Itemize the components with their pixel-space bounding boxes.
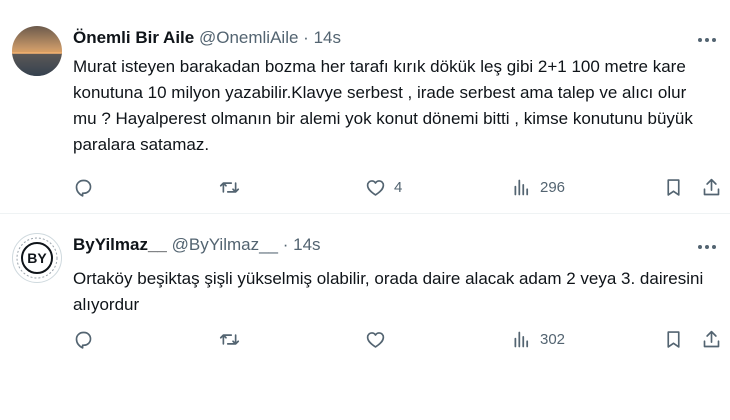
avatar-initials: BY: [27, 250, 47, 266]
tweet[interactable]: Önemli Bir Aile @OnemliAile · 14s Murat …: [0, 0, 730, 214]
like-button[interactable]: [365, 327, 394, 351]
avatar-image: [12, 26, 62, 76]
bookmark-button[interactable]: [663, 327, 684, 351]
avatar-logo: BY: [16, 237, 58, 279]
tweet-text: Murat isteyen barakadan bozma her tarafı…: [73, 57, 693, 154]
bookmark-button[interactable]: [663, 175, 684, 199]
more-icon[interactable]: [694, 30, 720, 50]
tweet-header: Önemli Bir Aile @OnemliAile · 14s: [73, 27, 341, 49]
display-name[interactable]: ByYilmaz__: [73, 235, 167, 254]
views-icon: [514, 331, 529, 347]
bookmark-icon: [667, 178, 680, 196]
retweet-icon: [219, 181, 240, 193]
retweet-button[interactable]: [219, 175, 240, 199]
tweet[interactable]: BY ByYilmaz__ @ByYilmaz__ · 14s Ortaköy …: [0, 214, 730, 420]
retweet-icon: [219, 333, 240, 345]
avatar[interactable]: BY: [12, 233, 62, 283]
bookmark-icon: [667, 330, 680, 348]
tweet-text: Ortaköy beşiktaş şişli yükselmiş olabili…: [73, 269, 704, 314]
reply-icon: [75, 179, 92, 197]
like-icon: [366, 331, 385, 348]
share-button[interactable]: [701, 327, 722, 351]
action-bar: 4 296: [73, 175, 723, 199]
action-bar: 302: [73, 327, 723, 351]
display-name[interactable]: Önemli Bir Aile: [73, 28, 194, 47]
share-button[interactable]: [701, 175, 722, 199]
separator-dot: ·: [282, 235, 289, 254]
view-count: 302: [540, 330, 566, 348]
avatar[interactable]: [12, 26, 62, 76]
views-icon: [514, 179, 529, 195]
more-icon[interactable]: [694, 237, 720, 257]
like-icon: [366, 179, 385, 196]
views-button[interactable]: 296: [511, 175, 565, 199]
reply-icon: [75, 331, 92, 349]
user-handle[interactable]: @OnemliAile: [199, 28, 298, 47]
reply-button[interactable]: [73, 175, 94, 199]
separator-dot: ·: [303, 28, 309, 47]
share-icon: [703, 330, 720, 347]
view-count: 296: [540, 178, 566, 196]
reply-button[interactable]: [73, 327, 94, 351]
timestamp[interactable]: 14s: [314, 28, 341, 47]
like-button[interactable]: 4: [365, 175, 402, 199]
like-count: 4: [394, 178, 403, 196]
share-icon: [703, 178, 720, 195]
retweet-button[interactable]: [219, 327, 240, 351]
timestamp[interactable]: 14s: [293, 235, 320, 254]
tweet-header: ByYilmaz__ @ByYilmaz__ · 14s: [73, 234, 321, 256]
user-handle[interactable]: @ByYilmaz__: [172, 235, 278, 254]
views-button[interactable]: 302: [511, 327, 565, 351]
